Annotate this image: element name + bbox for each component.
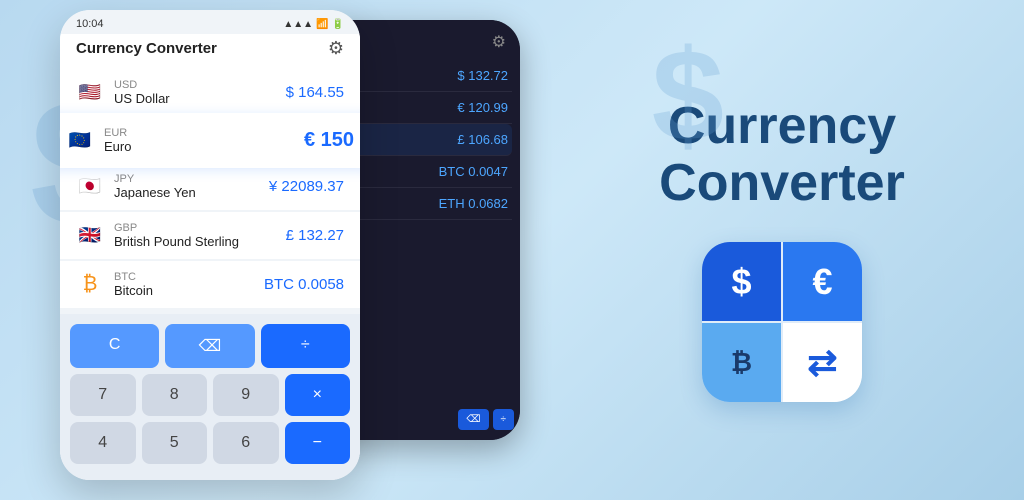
currency-info-gbp: GBP British Pound Sterling — [114, 222, 276, 249]
back-amount-gbp: £ 106.68 — [457, 132, 508, 147]
calc-row-2: 7 8 9 × — [70, 374, 350, 416]
app-title-line2: Converter — [659, 155, 905, 212]
icon-cell-bitcoin: ₿ — [702, 323, 781, 402]
signal-icon: ▲▲▲ — [283, 19, 313, 30]
app-title: Currency Converter — [659, 98, 905, 212]
flag-jpy: 🇯🇵 — [76, 177, 104, 197]
calc-multiply-btn[interactable]: × — [285, 374, 351, 416]
flag-btc: ₿ — [76, 275, 104, 295]
front-gear-icon[interactable]: ⚙ — [328, 38, 344, 59]
currency-name-gbp: British Pound Sterling — [114, 234, 276, 249]
flag-eur: 🇪🇺 — [66, 131, 94, 151]
icon-cell-exchange: ⇄ — [783, 323, 862, 402]
back-calc-divide[interactable]: ÷ — [493, 409, 515, 430]
currency-code-btc: BTC — [114, 271, 254, 283]
phone-front: 10:04 ▲▲▲ 📶 🔋 Currency Converter ⚙ 🇺🇸 US… — [60, 10, 360, 480]
calc-minus-btn[interactable]: − — [285, 422, 351, 464]
icon-cell-dollar: $ — [702, 242, 781, 321]
currency-row-btc[interactable]: ₿ BTC Bitcoin BTC 0.0058 — [60, 261, 360, 308]
currency-name-jpy: Japanese Yen — [114, 185, 259, 200]
currency-name-btc: Bitcoin — [114, 283, 254, 298]
calc-clear-btn[interactable]: C — [70, 324, 159, 368]
calc-8-btn[interactable]: 8 — [142, 374, 208, 416]
currency-amount-gbp: £ 132.27 — [286, 227, 344, 244]
currency-info-eur: EUR Euro — [104, 127, 294, 154]
back-amount-eur: € 120.99 — [457, 100, 508, 115]
currency-row-eur[interactable]: 🇪🇺 EUR Euro € 150 — [60, 113, 360, 168]
currency-amount-usd: $ 164.55 — [286, 84, 344, 101]
calc-4-btn[interactable]: 4 — [70, 422, 136, 464]
calc-backspace-btn[interactable]: ⌫ — [165, 324, 254, 368]
currency-code-jpy: JPY — [114, 173, 259, 185]
currency-name-usd: US Dollar — [114, 91, 276, 106]
calc-row-1: C ⌫ ÷ — [70, 324, 350, 368]
back-amount-eth: ETH 0.0682 — [439, 196, 508, 211]
back-amount-btc: BTC 0.0047 — [439, 164, 508, 179]
currency-info-jpy: JPY Japanese Yen — [114, 173, 259, 200]
currency-amount-btc: BTC 0.0058 — [264, 276, 344, 293]
currency-info-usd: USD US Dollar — [114, 79, 276, 106]
calc-row-3: 4 5 6 − — [70, 422, 350, 464]
currency-amount-eur: € 150 — [304, 129, 354, 152]
flag-usd: 🇺🇸 — [76, 83, 104, 103]
currency-amount-jpy: ¥ 22089.37 — [269, 178, 344, 195]
flag-gbp: 🇬🇧 — [76, 226, 104, 246]
calc-area: C ⌫ ÷ 7 8 9 × 4 5 6 − — [60, 314, 360, 480]
back-calc-backspace[interactable]: ⌫ — [458, 409, 488, 430]
currency-row-gbp[interactable]: 🇬🇧 GBP British Pound Sterling £ 132.27 — [60, 212, 360, 259]
app-title-line1: Currency — [659, 98, 905, 155]
currency-code-usd: USD — [114, 79, 276, 91]
currency-row-usd[interactable]: 🇺🇸 USD US Dollar $ 164.55 — [60, 69, 360, 116]
status-icons: ▲▲▲ 📶 🔋 — [283, 19, 344, 30]
calc-divide-btn[interactable]: ÷ — [261, 324, 350, 368]
currency-code-gbp: GBP — [114, 222, 276, 234]
phones-area: ⚙ 🇺🇸 $ 132.72 🇪🇺 € 120.99 🇬🇧 £ 106.68 ₿ — [0, 0, 540, 500]
front-status-bar: 10:04 ▲▲▲ 📶 🔋 — [60, 10, 360, 34]
back-amount-usd: $ 132.72 — [457, 68, 508, 83]
wifi-icon: 📶 — [316, 19, 328, 30]
app-icon[interactable]: $ € ₿ ⇄ — [702, 242, 862, 402]
calc-7-btn[interactable]: 7 — [70, 374, 136, 416]
status-time: 10:04 — [76, 18, 104, 30]
battery-icon: 🔋 — [332, 19, 344, 30]
calc-9-btn[interactable]: 9 — [213, 374, 279, 416]
currency-row-jpy[interactable]: 🇯🇵 JPY Japanese Yen ¥ 22089.37 — [60, 163, 360, 210]
phone-front-inner: 10:04 ▲▲▲ 📶 🔋 Currency Converter ⚙ 🇺🇸 US… — [60, 10, 360, 480]
currency-info-btc: BTC Bitcoin — [114, 271, 254, 298]
icon-cell-euro: € — [783, 242, 862, 321]
front-header: Currency Converter ⚙ — [60, 34, 360, 69]
currency-name-eur: Euro — [104, 139, 294, 154]
app-header-title: Currency Converter — [76, 40, 217, 57]
back-gear-icon[interactable]: ⚙ — [492, 32, 506, 52]
calc-6-btn[interactable]: 6 — [213, 422, 279, 464]
currency-code-eur: EUR — [104, 127, 294, 139]
right-area: Currency Converter $ € ₿ ⇄ — [540, 78, 1024, 422]
calc-5-btn[interactable]: 5 — [142, 422, 208, 464]
